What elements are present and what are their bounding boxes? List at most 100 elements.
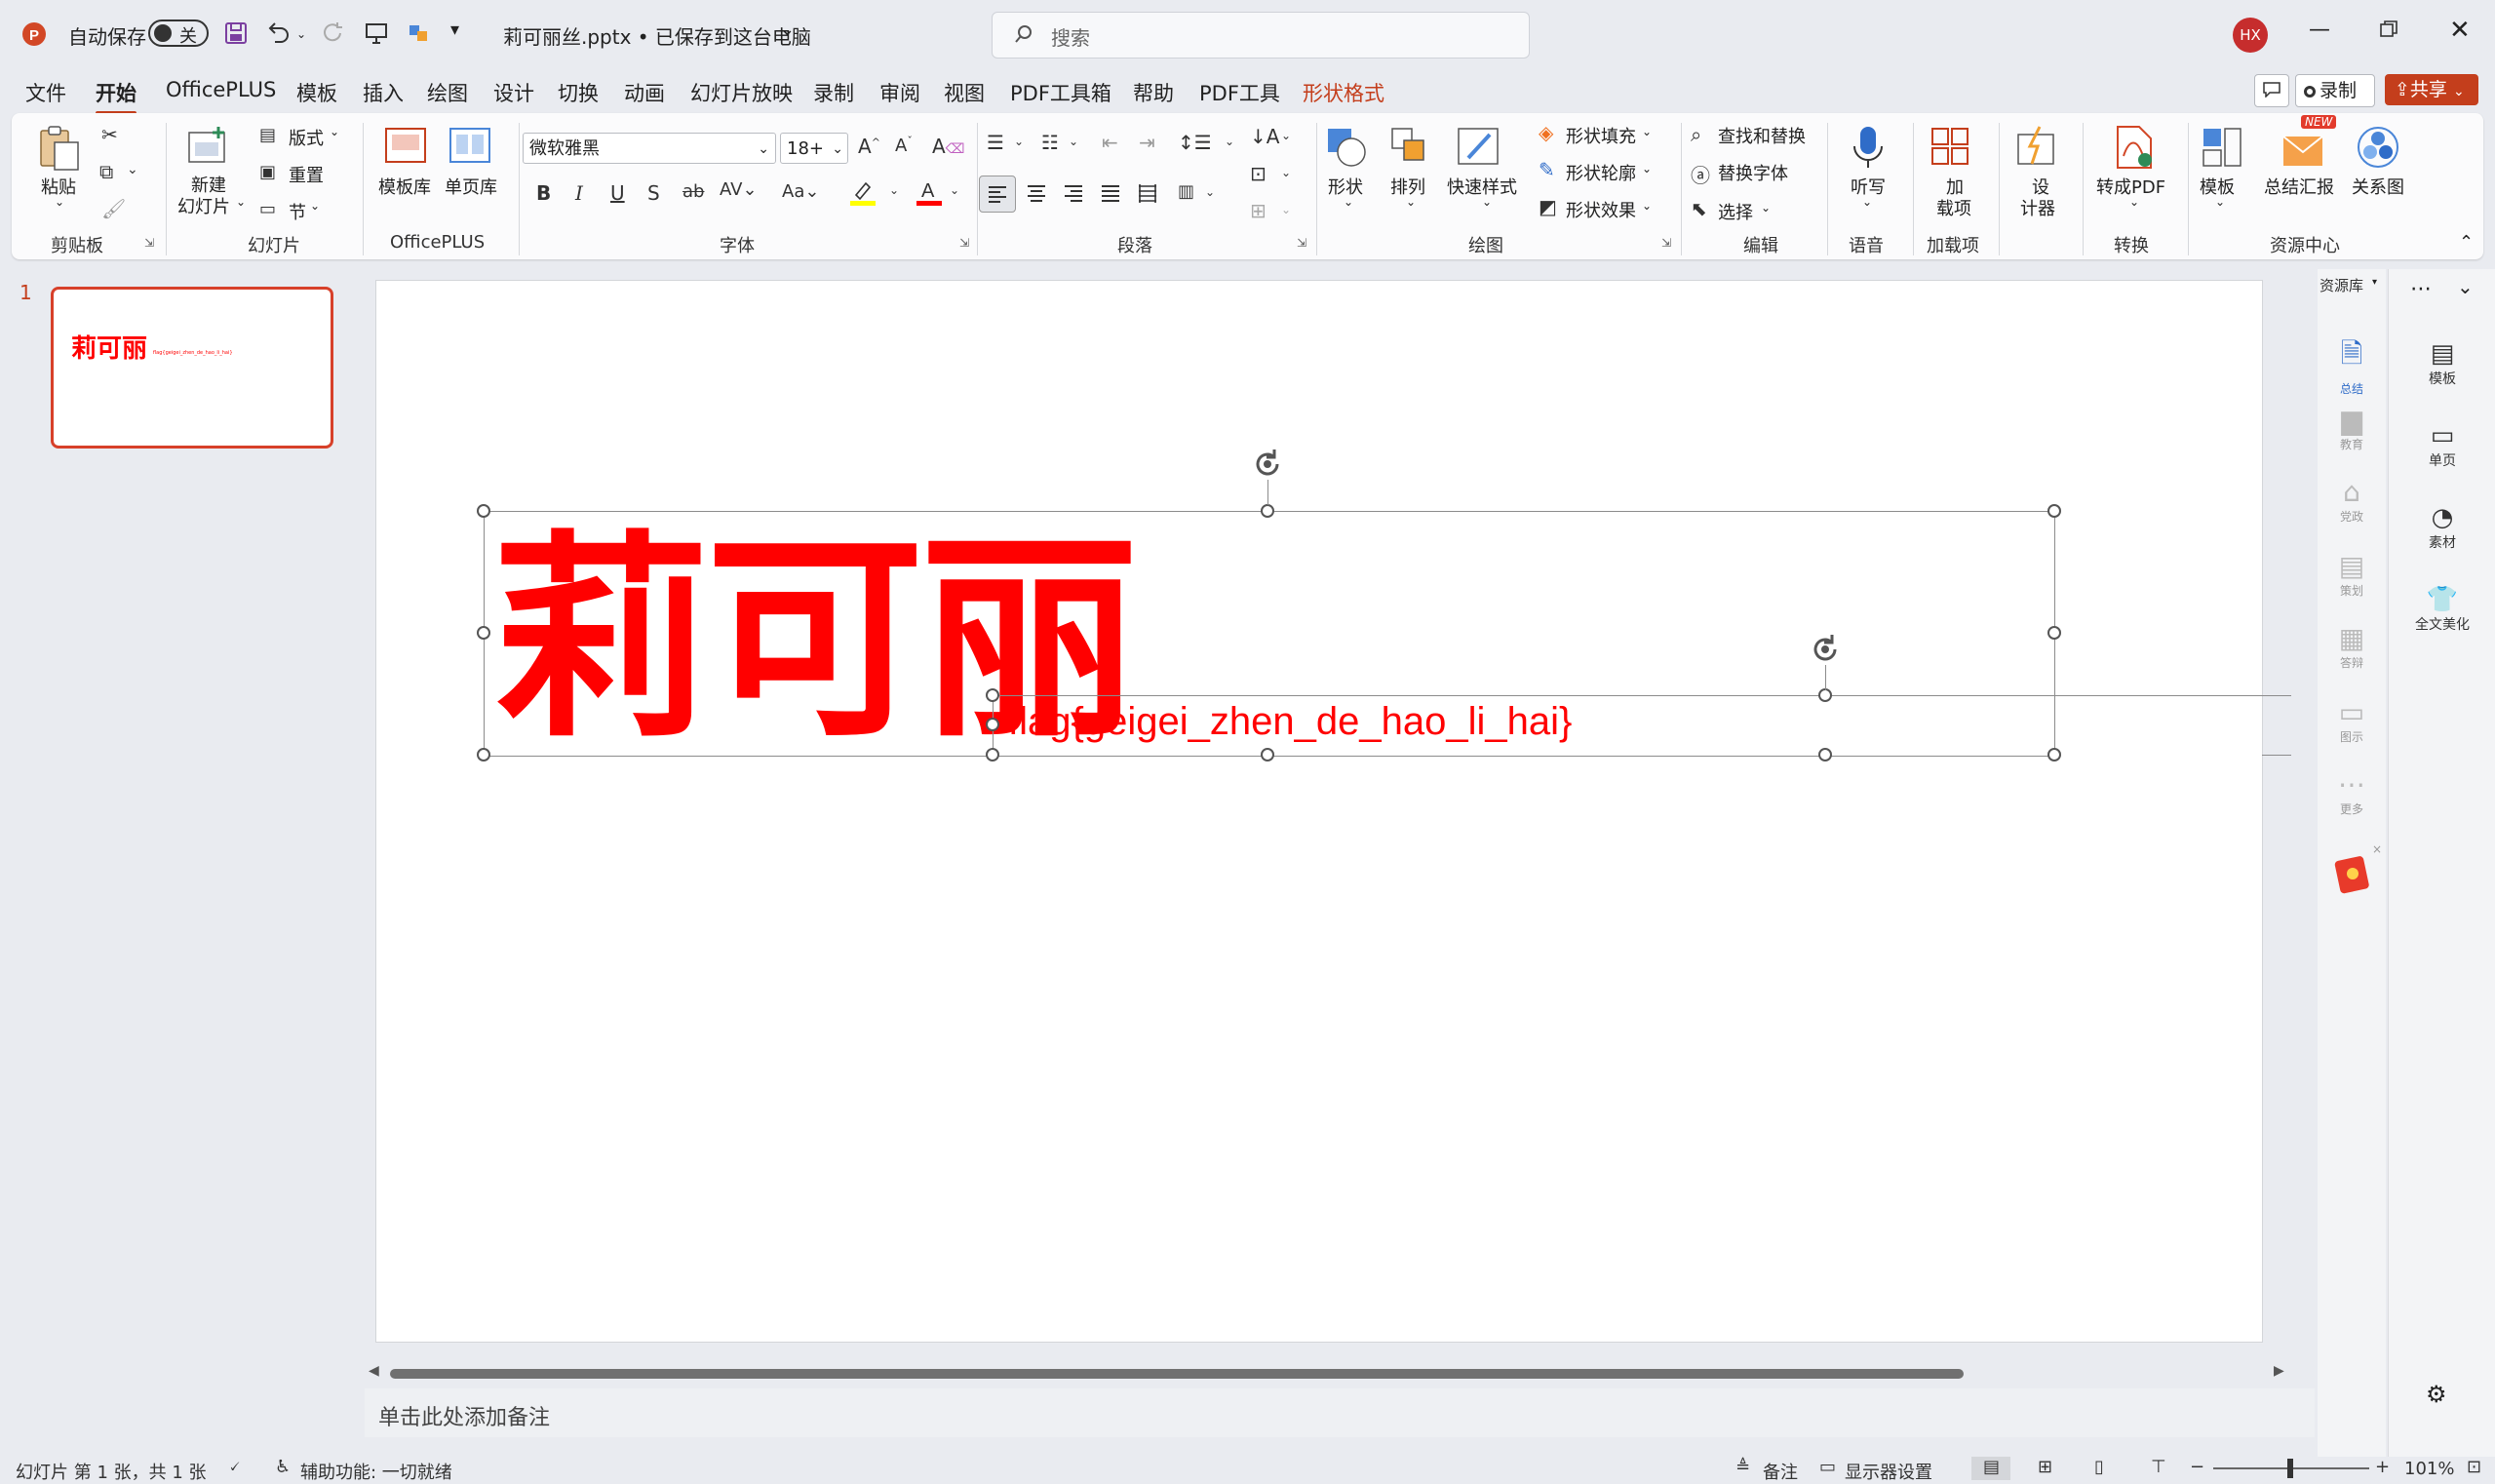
minimize-icon[interactable]: — (2309, 18, 2330, 42)
character-spacing-icon[interactable]: AV⌄ (720, 179, 758, 200)
strikethrough-icon[interactable]: ab (682, 181, 704, 202)
select-cursor-icon[interactable]: ⬉ (1691, 197, 1707, 220)
customize-shapes-icon[interactable] (402, 16, 437, 51)
bullets-dropdown-icon[interactable]: ⌄ (1014, 135, 1024, 148)
format-painter-icon[interactable]: 🖌 (101, 197, 126, 220)
convert-pdf-dropdown-icon[interactable]: ⌄ (2129, 195, 2139, 209)
shapes-dropdown-icon[interactable]: ⌄ (1344, 195, 1353, 209)
single-page-library-label[interactable]: 单页库 (445, 174, 497, 199)
font-color-icon[interactable]: A (915, 177, 944, 207)
new-slide-label-2[interactable]: 幻灯片 (177, 193, 230, 218)
scroll-left-icon[interactable]: ◀ (369, 1363, 379, 1379)
reading-view-icon[interactable]: ▯ (2094, 1457, 2104, 1477)
layout-label[interactable]: 版式 (289, 125, 324, 150)
tab-help[interactable]: 帮助 (1133, 78, 1174, 107)
resize-handle-n[interactable] (1261, 504, 1274, 518)
accessibility-icon[interactable]: ♿ (275, 1457, 291, 1477)
display-settings[interactable]: 显示器设置 (1845, 1459, 1932, 1484)
resource-item-education[interactable]: ▆ 教育 (2318, 404, 2386, 452)
font-name-combo[interactable]: 微软雅黑 ⌄ (523, 133, 776, 164)
resize-handle-e[interactable] (2047, 626, 2061, 640)
notes-placeholder[interactable]: 单击此处添加备注 (378, 1400, 550, 1431)
clear-formatting-icon[interactable]: A⌫ (932, 135, 964, 158)
shape-effects-label[interactable]: 形状效果 (1566, 197, 1636, 222)
replace-font-icon[interactable]: ⓐ (1691, 160, 1710, 188)
accessibility-status[interactable]: 辅助功能: 一切就绪 (300, 1459, 452, 1484)
side-item-material[interactable]: ◔ 素材 (2389, 503, 2495, 552)
highlight-icon[interactable] (848, 177, 877, 207)
font-launcher-icon[interactable]: ⇲ (959, 236, 969, 250)
more-options-icon[interactable]: ⋯ (2410, 277, 2432, 301)
tab-officeplus[interactable]: OfficePLUS (166, 78, 276, 101)
addins-icon[interactable] (1929, 125, 1973, 170)
subtitle-handle-n[interactable] (1818, 688, 1832, 702)
quick-styles-dropdown-icon[interactable]: ⌄ (1482, 195, 1492, 209)
shape-outline-label[interactable]: 形状轮廓 (1566, 160, 1636, 185)
relationship-diagram-icon[interactable] (2356, 125, 2400, 170)
distributed-icon[interactable] (1137, 182, 1158, 204)
tab-record[interactable]: 录制 (813, 78, 854, 107)
resource-template-dropdown-icon[interactable]: ⌄ (2215, 195, 2225, 209)
highlight-dropdown-icon[interactable]: ⌄ (889, 183, 899, 197)
tab-shape-format[interactable]: 形状格式 (1303, 78, 1384, 107)
zoom-out-icon[interactable]: − (2190, 1457, 2204, 1477)
decrease-font-size-icon[interactable]: Aˇ (895, 135, 913, 156)
paragraph-launcher-icon[interactable]: ⇲ (1297, 236, 1306, 250)
summary-report-icon[interactable] (2280, 123, 2328, 170)
tab-file[interactable]: 文件 (25, 78, 66, 107)
cut-icon[interactable]: ✂ (101, 123, 118, 146)
new-slide-dropdown-icon[interactable]: ⌄ (236, 195, 246, 209)
undo-icon[interactable] (261, 16, 296, 51)
find-replace-label[interactable]: 查找和替换 (1718, 123, 1806, 148)
summary-report-label[interactable]: 总结汇报 (2264, 174, 2334, 199)
settings-gear-icon[interactable]: ⚙ (2426, 1381, 2447, 1408)
reset-icon[interactable]: ▣ (259, 162, 276, 182)
justify-icon[interactable] (1100, 182, 1121, 204)
comments-button[interactable] (2254, 74, 2289, 107)
resize-handle-w[interactable] (477, 626, 490, 640)
increase-indent-icon[interactable]: ⇥ (1139, 131, 1155, 154)
subtitle-handle-nw[interactable] (986, 688, 999, 702)
resource-panel-header[interactable]: 资源库 (2320, 275, 2363, 295)
tab-animations[interactable]: 动画 (624, 78, 665, 107)
zoom-level[interactable]: 101% (2404, 1459, 2454, 1479)
user-avatar[interactable]: HX (2233, 18, 2268, 53)
reset-label[interactable]: 重置 (289, 162, 324, 187)
slideshow-from-start-icon[interactable] (359, 16, 394, 51)
new-slide-icon[interactable] (185, 125, 230, 168)
microphone-icon[interactable] (1851, 125, 1886, 170)
subtitle-handle-s[interactable] (1818, 748, 1832, 762)
slide-sorter-icon[interactable]: ⊞ (2038, 1457, 2052, 1477)
resize-handle-sw[interactable] (477, 748, 490, 762)
layout-icon[interactable]: ▤ (259, 125, 276, 145)
subtitle-rotate-handle-icon[interactable] (1808, 632, 1843, 667)
change-case-icon[interactable]: Aa⌄ (782, 181, 819, 202)
columns-icon[interactable]: ▥ (1178, 181, 1194, 202)
section-label[interactable]: 节 (289, 199, 306, 224)
italic-icon[interactable]: I (575, 181, 583, 205)
quick-styles-icon[interactable] (1455, 125, 1503, 170)
align-left-button[interactable] (979, 176, 1016, 213)
horizontal-scrollbar[interactable]: ◀ ▶ (369, 1363, 2289, 1385)
tab-design[interactable]: 设计 (493, 78, 534, 107)
zoom-slider-thumb[interactable] (2287, 1459, 2293, 1478)
notes-toggle-icon[interactable]: ≜ (1735, 1457, 1750, 1477)
fit-slide-icon[interactable]: ⊡ (2467, 1457, 2481, 1477)
tab-home[interactable]: 开始 (96, 78, 136, 115)
slide-subtitle[interactable]: flag{geigei_zhen_de_hao_li_hai} (1008, 700, 1572, 744)
tab-view[interactable]: 视图 (944, 78, 985, 107)
underline-icon[interactable]: U (610, 181, 625, 205)
dismiss-envelope-icon[interactable]: × (2372, 842, 2382, 856)
decrease-indent-icon[interactable]: ⇤ (1102, 131, 1118, 154)
section-icon[interactable]: ▭ (259, 199, 276, 219)
line-spacing-dropdown-icon[interactable]: ⌄ (1225, 135, 1234, 148)
notes-pane[interactable]: 单击此处添加备注 (365, 1388, 2315, 1437)
shape-outline-dropdown-icon[interactable]: ⌄ (1642, 162, 1652, 176)
smartart-dropdown-icon[interactable]: ⌄ (1281, 203, 1291, 216)
select-dropdown-icon[interactable]: ⌄ (1761, 201, 1771, 215)
resize-handle-ne[interactable] (2047, 504, 2061, 518)
bullets-icon[interactable]: ☰ (987, 131, 1004, 154)
find-icon[interactable]: ⌕ (1691, 123, 1701, 146)
collapse-ribbon-icon[interactable]: ⌃ (2459, 232, 2474, 253)
title-dropdown-icon[interactable]: ⌄ (780, 20, 795, 40)
